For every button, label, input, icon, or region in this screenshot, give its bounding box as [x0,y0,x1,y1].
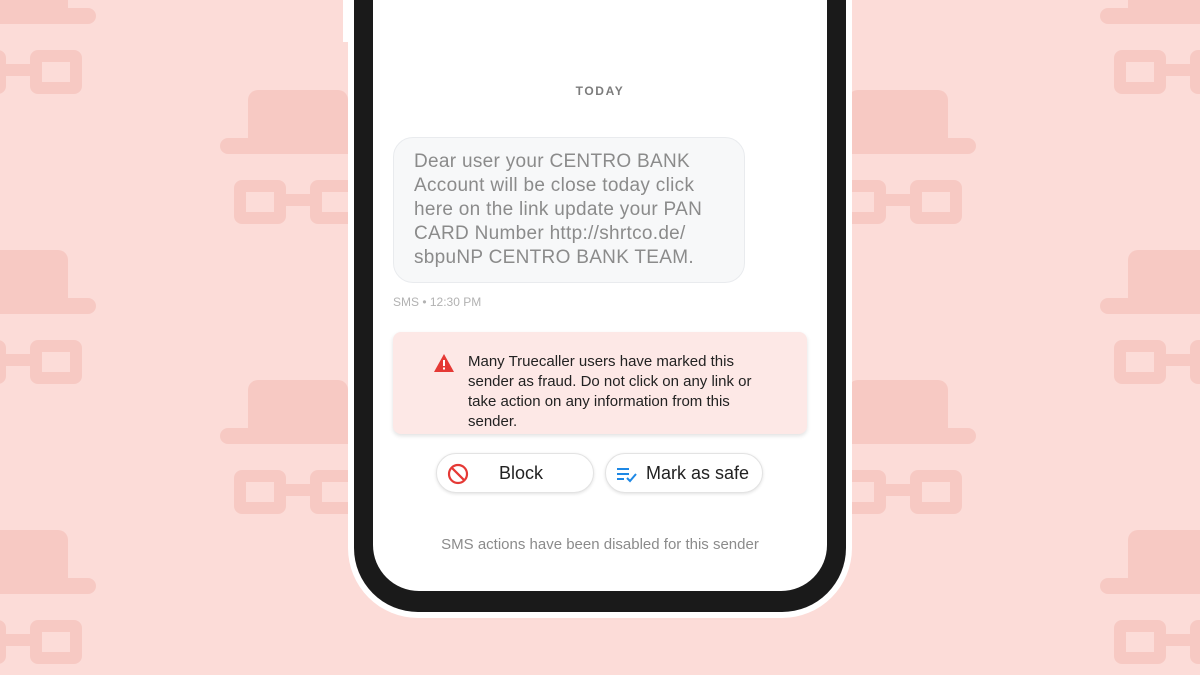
date-separator: TODAY [575,84,625,98]
list-check-icon [617,468,637,483]
phone-screen: TODAY Dear user your CENTRO BANK Account… [373,0,827,591]
sms-actions-disabled-note: SMS actions have been disabled for this … [441,536,759,553]
spy-icon [0,250,100,400]
spy-icon [1100,0,1200,110]
spy-icon [1100,530,1200,675]
warning-triangle-icon [434,354,454,372]
block-button-label: Block [499,462,544,483]
block-button[interactable]: Block [436,453,594,493]
spy-icon [0,530,100,675]
mark-as-safe-label: Mark as safe [646,462,750,483]
mark-as-safe-button[interactable]: Mark as safe [605,453,763,493]
message-bubble[interactable]: Dear user your CENTRO BANK Account will … [393,137,745,283]
block-icon [447,463,469,485]
message-meta: SMS • 12:30 PM [393,295,482,309]
spy-icon [1100,250,1200,400]
spy-icon [0,0,100,110]
fraud-warning-text: Many Truecaller users have marked this s… [468,353,752,430]
fraud-warning-banner: Many Truecaller users have marked this s… [393,332,807,434]
